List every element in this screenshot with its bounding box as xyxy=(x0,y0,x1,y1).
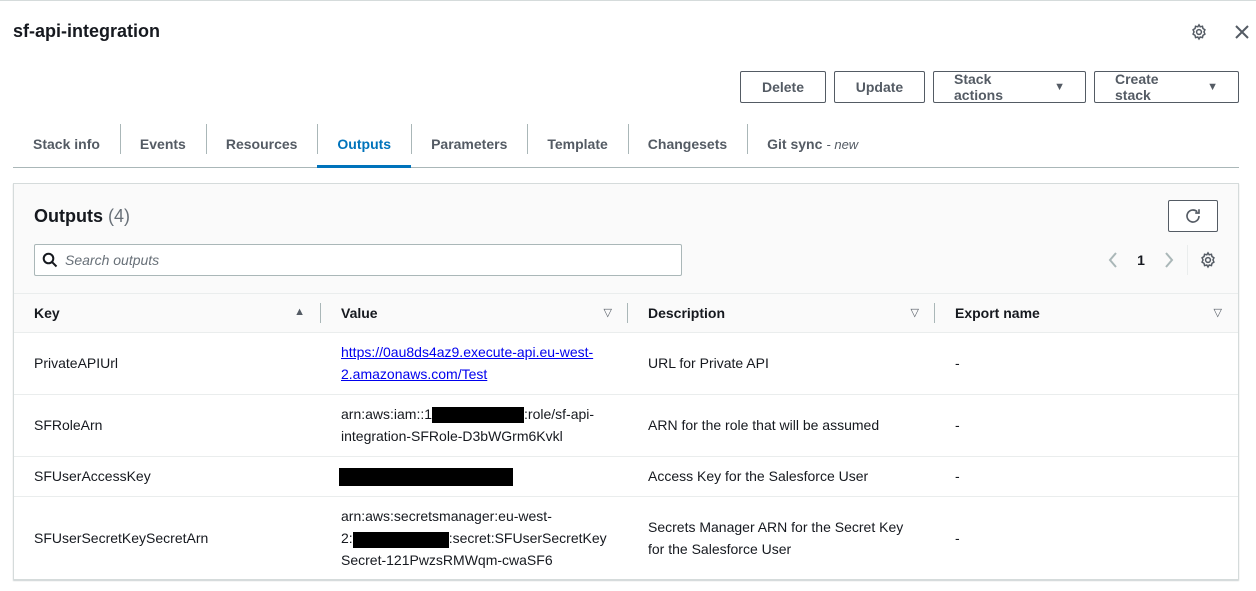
cell-key: SFUserSecretKeySecretArn xyxy=(34,530,209,547)
table-header-row: Key ▲ Value ▽ Description ▽ Export name ▽ xyxy=(14,294,1238,333)
chevron-left-icon[interactable] xyxy=(1101,252,1125,268)
tab-template[interactable]: Template xyxy=(527,122,627,166)
outputs-count: (4) xyxy=(108,206,131,226)
pager-divider xyxy=(1187,245,1188,275)
update-button[interactable]: Update xyxy=(834,71,925,103)
cell-value: https://0au8ds4az9.execute-api.eu-west- 2… xyxy=(321,332,628,395)
stack-actions-toolbar: Delete Update Stack actions ▼ Create stac… xyxy=(740,71,1239,103)
sort-icon: ▽ xyxy=(910,307,919,319)
redaction-box xyxy=(432,407,525,424)
outputs-title: Outputs (4) xyxy=(34,206,131,226)
cell-export-name: - xyxy=(935,332,1238,395)
tab-outputs[interactable]: Outputs xyxy=(317,122,411,168)
column-header-value[interactable]: Value ▽ xyxy=(321,294,628,333)
tab-stack-info[interactable]: Stack info xyxy=(13,122,120,166)
tab-events[interactable]: Events xyxy=(119,122,206,166)
table-row: SFUserAccessKey Access Key for the Sales… xyxy=(14,456,1238,497)
outputs-panel-header: Outputs (4) 1 xyxy=(14,184,1238,294)
stack-title: sf-api-integration xyxy=(13,21,160,41)
create-stack-dropdown[interactable]: Create stack ▼ xyxy=(1094,71,1239,103)
refresh-button[interactable] xyxy=(1168,200,1218,232)
chevron-right-icon[interactable] xyxy=(1157,252,1181,268)
caret-down-icon: ▼ xyxy=(1207,81,1218,93)
tab-changesets[interactable]: Changesets xyxy=(627,122,747,166)
close-icon[interactable] xyxy=(1232,22,1252,42)
cell-description: Access Key for the Salesforce User xyxy=(628,456,935,497)
cell-description: URL for Private API xyxy=(628,332,935,395)
cell-export-name: - xyxy=(935,456,1238,497)
outputs-panel: Outputs (4) 1 Key▲ V xyxy=(13,183,1239,580)
tab-parameters[interactable]: Parameters xyxy=(411,122,527,166)
sort-icon: ▽ xyxy=(603,307,612,319)
refresh-icon xyxy=(1186,209,1200,223)
cell-description: ARN for the role that will be assumed xyxy=(628,394,935,457)
cell-value xyxy=(321,456,628,497)
cell-key: PrivateAPIUrl xyxy=(14,332,321,395)
redaction-box xyxy=(352,531,449,548)
outputs-table: Key ▲ Value ▽ Description ▽ Export name ▽ Pr… xyxy=(14,294,1238,580)
table-row: SFUserSecretKeySecretArn arn:aws:secrets… xyxy=(14,496,1238,580)
cell-key: SFRoleArn xyxy=(14,394,321,457)
search-icon xyxy=(35,252,65,268)
search-input[interactable] xyxy=(65,252,665,268)
column-header-key[interactable]: Key ▲ xyxy=(14,294,321,333)
tab-resources[interactable]: Resources xyxy=(205,122,318,166)
column-header-description[interactable]: Description ▽ xyxy=(628,294,935,333)
table-row: PrivateAPIUrl https://0au8ds4az9.execute… xyxy=(14,332,1238,395)
new-badge: - new xyxy=(826,136,859,152)
redaction-box xyxy=(339,468,513,487)
tab-git-sync[interactable]: Git sync - new xyxy=(747,122,878,166)
search-outputs-field[interactable] xyxy=(34,244,682,276)
sort-icon: ▽ xyxy=(1213,307,1222,319)
cell-value: arn:aws:iam::1:role/sf-api- integration-… xyxy=(321,394,628,457)
pagination: 1 xyxy=(1101,245,1218,275)
caret-down-icon: ▼ xyxy=(1054,81,1065,93)
cell-export-name: - xyxy=(955,530,960,547)
gear-icon[interactable] xyxy=(1189,22,1209,42)
cell-description: Secrets Manager ARN for the Secret Key f… xyxy=(648,519,904,558)
private-api-url-link[interactable]: https://0au8ds4az9.execute-api.eu-west- 2… xyxy=(341,344,593,382)
cell-export-name: - xyxy=(935,394,1238,457)
stack-tabs: Stack info Events Resources Outputs Para… xyxy=(13,122,1239,168)
page-number[interactable]: 1 xyxy=(1125,252,1157,268)
preferences-gear-icon[interactable] xyxy=(1198,251,1218,269)
table-row: SFRoleArn arn:aws:iam::1:role/sf-api- in… xyxy=(14,394,1238,457)
column-header-export-name[interactable]: Export name ▽ xyxy=(935,294,1238,333)
sort-ascending-icon: ▲ xyxy=(294,306,305,318)
cell-value: arn:aws:secretsmanager:eu-west- 2::secre… xyxy=(341,508,607,569)
stack-actions-dropdown[interactable]: Stack actions ▼ xyxy=(933,71,1086,103)
delete-button[interactable]: Delete xyxy=(740,71,826,103)
cell-key: SFUserAccessKey xyxy=(14,456,321,497)
